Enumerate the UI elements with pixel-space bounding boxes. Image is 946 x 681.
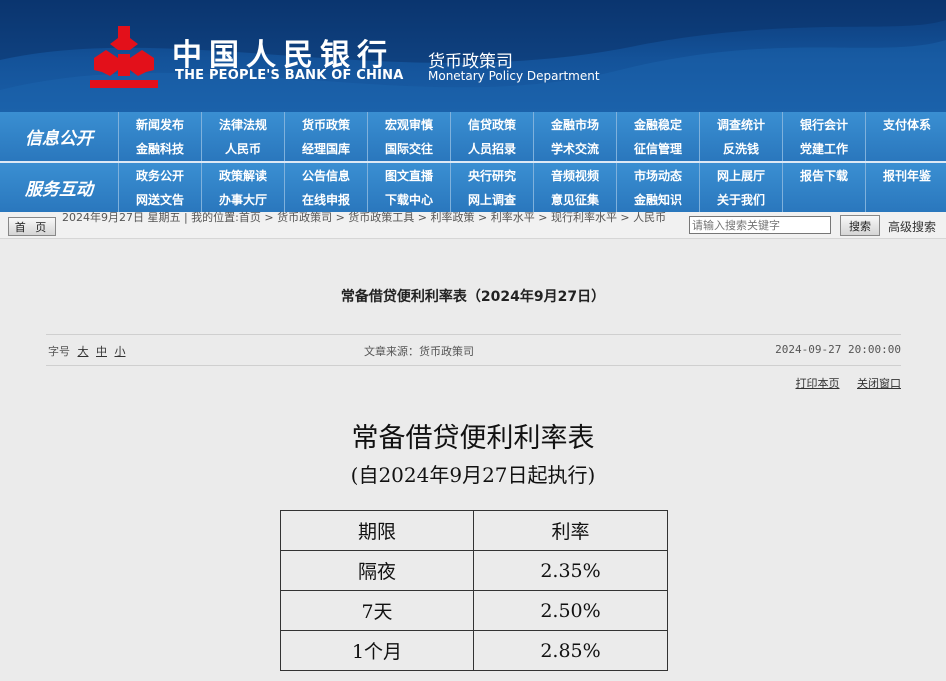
nav-item[interactable]: 银行会计 [782, 112, 865, 136]
table-row: 7天 2.50% [280, 590, 668, 631]
document-title: 常备借贷便利利率表 [351, 423, 595, 454]
nav-item[interactable]: 国际交往 [367, 136, 450, 161]
nav-item[interactable]: 报刊年鉴 [865, 163, 946, 187]
nav-item[interactable]: 市场动态 [616, 163, 699, 187]
nav-item[interactable]: 货币政策 [284, 112, 367, 136]
table-cell-term: 1个月 [280, 630, 474, 671]
table-row: 1个月 2.85% [280, 630, 668, 671]
nav-item[interactable]: 金融知识 [616, 187, 699, 212]
font-size-control: 字号 大 中 小 [48, 343, 126, 359]
nav-item[interactable]: 图文直播 [367, 163, 450, 187]
rate-table: 期限 利率 隔夜 2.35% 7天 2.50% 1个月 2.85% [280, 510, 668, 671]
close-window-link[interactable]: 关闭窗口 [857, 377, 901, 390]
table-header-row: 期限 利率 [280, 510, 668, 551]
font-size-medium-link[interactable]: 中 [96, 345, 107, 358]
breadcrumb-bar: 首 页 2024年9月27日 星期五 | 我的位置:首页 > 货币政策司 > 货… [0, 212, 946, 239]
font-size-large-link[interactable]: 大 [78, 345, 89, 358]
nav-item[interactable]: 反洗钱 [699, 136, 782, 161]
nav-item[interactable]: 办事大厅 [201, 187, 284, 212]
nav-item[interactable]: 政务公开 [118, 163, 201, 187]
print-page-link[interactable]: 打印本页 [796, 377, 840, 390]
site-header: 中国人民银行 THE PEOPLE'S BANK OF CHINA 货币政策司 … [0, 0, 946, 112]
nav-item-empty [865, 136, 946, 161]
table-row: 隔夜 2.35% [280, 550, 668, 591]
article-tools: 打印本页 关闭窗口 [782, 375, 902, 391]
nav-item[interactable]: 金融稳定 [616, 112, 699, 136]
nav-item[interactable]: 网上展厅 [699, 163, 782, 187]
nav-item[interactable]: 下载中心 [367, 187, 450, 212]
article-source: 文章来源：货币政策司 [364, 345, 474, 358]
nav-item[interactable]: 宏观审慎 [367, 112, 450, 136]
column-header-rate: 利率 [473, 510, 668, 551]
nav-item[interactable]: 金融科技 [118, 136, 201, 161]
nav-item[interactable]: 支付体系 [865, 112, 946, 136]
main-navigation: 信息公开 新闻发布 法律法规 货币政策 宏观审慎 信贷政策 金融市场 金融稳定 调查统计 银行会… [0, 112, 946, 212]
nav-item[interactable]: 网送文告 [118, 187, 201, 212]
nav-item[interactable]: 政策解读 [201, 163, 284, 187]
nav-grid: 政务公开 政策解读 公告信息 图文直播 央行研究 音频视频 市场动态 网上展厅 报告下载 报刊年鉴… [118, 163, 946, 212]
table-cell-rate: 2.35% [473, 550, 668, 591]
column-header-term: 期限 [280, 510, 474, 551]
table-cell-rate: 2.85% [473, 630, 668, 671]
nav-item[interactable]: 意见征集 [533, 187, 616, 212]
nav-item[interactable]: 经理国库 [284, 136, 367, 161]
home-button[interactable]: 首 页 [8, 217, 56, 236]
department-name-en: Monetary Policy Department [428, 69, 600, 83]
nav-item[interactable]: 音频视频 [533, 163, 616, 187]
nav-item[interactable]: 公告信息 [284, 163, 367, 187]
nav-item-empty [865, 187, 946, 212]
nav-item[interactable]: 法律法规 [201, 112, 284, 136]
nav-item[interactable]: 党建工作 [782, 136, 865, 161]
nav-item[interactable]: 征信管理 [616, 136, 699, 161]
table-cell-term: 7天 [280, 590, 474, 631]
nav-item[interactable]: 报告下载 [782, 163, 865, 187]
nav-item[interactable]: 调查统计 [699, 112, 782, 136]
breadcrumb: 2024年9月27日 星期五 | 我的位置:首页 > 货币政策司 > 货币政策工… [62, 211, 667, 224]
nav-item[interactable]: 央行研究 [450, 163, 533, 187]
nav-item[interactable]: 学术交流 [533, 136, 616, 161]
nav-section-label: 服务互动 [25, 180, 93, 200]
nav-item[interactable]: 关于我们 [699, 187, 782, 212]
pboc-logo-icon[interactable] [88, 24, 160, 90]
nav-item[interactable]: 人员招录 [450, 136, 533, 161]
search-input[interactable] [689, 216, 831, 234]
table-cell-rate: 2.50% [473, 590, 668, 631]
table-cell-term: 隔夜 [280, 550, 474, 591]
article-title: 常备借贷便利利率表（2024年9月27日） [340, 289, 606, 305]
nav-item[interactable]: 信贷政策 [450, 112, 533, 136]
advanced-search-link[interactable]: 高级搜索 [888, 218, 936, 235]
document-subtitle: (自2024年9月27日起执行) [350, 463, 596, 487]
nav-item[interactable]: 新闻发布 [118, 112, 201, 136]
nav-section-service: 服务互动 政务公开 政策解读 公告信息 图文直播 央行研究 音频视频 市场动态 网上展厅 报告下… [0, 163, 946, 212]
nav-item[interactable]: 人民币 [201, 136, 284, 161]
article-meta-bar: 字号 大 中 小 文章来源：货币政策司 2024-09-27 20:00:00 [46, 334, 901, 366]
nav-item-empty [782, 187, 865, 212]
font-size-small-link[interactable]: 小 [115, 345, 126, 358]
nav-item[interactable]: 金融市场 [533, 112, 616, 136]
nav-item[interactable]: 网上调查 [450, 187, 533, 212]
font-size-label: 字号 [48, 345, 70, 358]
nav-section-label: 信息公开 [25, 129, 93, 149]
search-button[interactable]: 搜索 [840, 215, 880, 236]
article-datetime: 2024-09-27 20:00:00 [775, 343, 901, 356]
nav-grid: 新闻发布 法律法规 货币政策 宏观审慎 信贷政策 金融市场 金融稳定 调查统计 银行会计 支付体系… [118, 112, 946, 161]
site-title-en: THE PEOPLE'S BANK OF CHINA [175, 68, 404, 83]
nav-item[interactable]: 在线申报 [284, 187, 367, 212]
nav-section-info: 信息公开 新闻发布 法律法规 货币政策 宏观审慎 信贷政策 金融市场 金融稳定 调查统计 银行会… [0, 112, 946, 161]
